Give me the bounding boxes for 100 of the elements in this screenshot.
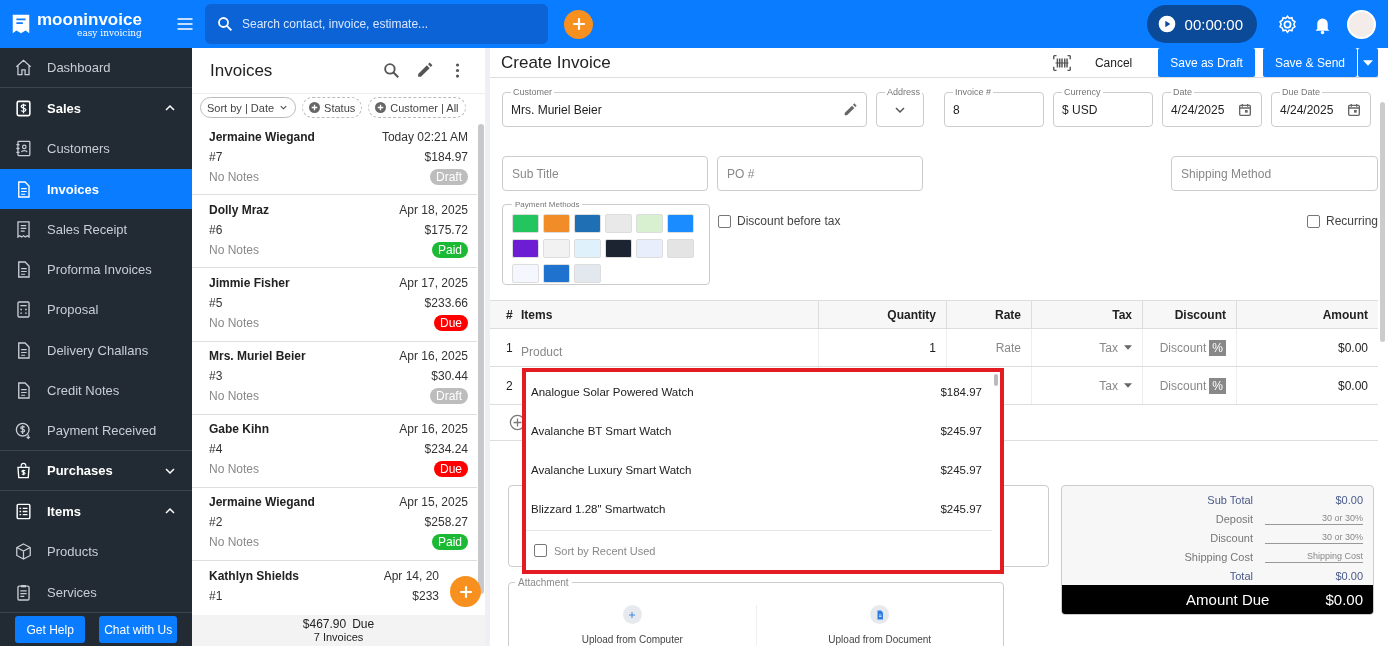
rate-field[interactable]: Rate [995,340,1021,355]
checkbox[interactable] [1306,214,1320,228]
nav-item[interactable]: Credit Notes [0,370,192,411]
quantity-field[interactable]: 1 [929,340,936,355]
product-option[interactable]: Analogue Solar Powered Watch $184.97 [526,372,1000,411]
invoice-date: Apr 17, 2025 [399,275,468,290]
settings-icon[interactable] [1277,13,1298,35]
product-price: $184.97 [940,385,982,398]
dropdown-button[interactable] [1358,48,1378,77]
product-option[interactable]: Avalanche Luxury Smart Watch $245.97 [526,450,1000,489]
invoice-number: #2 [209,515,223,530]
total-label: Sub Total [1207,493,1253,506]
upload-option[interactable]: Upload from Document [828,634,932,645]
tax-select[interactable]: Tax [1099,340,1132,355]
invoice-card[interactable]: Jimmie Fisher Apr 17, 2025 #5 $233.66 No Notes Due [192,268,477,342]
add-button[interactable] [450,576,481,607]
invoice-amount: $258.27 [424,515,468,530]
customer-name: Dolly Mraz [209,202,269,217]
invoice-date: Today 02:21 AM [381,129,468,144]
save-send-button[interactable]: Save & Send [1262,48,1357,77]
scrollbar[interactable] [994,374,998,386]
nav-item[interactable]: Sales Receipt [0,209,192,250]
product-option[interactable]: Blizzard 1.28" Smartwatch $245.97 [526,489,1000,528]
customer-name: Mrs. Muriel Beier [209,349,306,364]
invoice-date: Apr 16, 2025 [399,422,468,437]
receipt-icon [14,219,33,239]
amount: $0.00 [1337,378,1368,393]
nav-item[interactable]: Proposal [0,289,192,331]
scrollbar[interactable] [1380,102,1385,342]
pencil-icon[interactable] [415,61,434,80]
due-total: $467.90 [302,617,347,631]
nav-section[interactable]: Sales [0,88,192,129]
invoice-card[interactable]: Jermaine Wiegand Apr 15, 2025 #2 $258.27 No Notes Paid [192,487,477,562]
search-icon[interactable] [382,61,401,80]
scrollbar[interactable] [478,124,484,594]
payment-logo-icon[interactable] [512,239,539,258]
help-button[interactable]: Get Help [15,616,86,644]
caret-icon [1124,345,1132,350]
invoice-notes: No Notes [209,535,260,550]
cancel-button[interactable]: Cancel [1088,54,1139,71]
invoice-card[interactable]: Mrs. Muriel Beier Apr 16, 2025 #3 $30.44 No Notes Draft [192,341,477,415]
nav-item[interactable]: Customers [0,128,192,169]
invoice-card[interactable]: Jermaine Wiegand Today 02:21 AM #7 $184.97 No Notes Draft [192,122,477,196]
invoice-notes: No Notes [209,242,260,257]
discount-field[interactable]: Discount [1159,378,1207,393]
invoice-number: #4 [209,442,223,457]
total-value: $0.00 [1334,493,1363,506]
filter-chip[interactable]: Sort by | Date [200,97,297,118]
nav-item[interactable]: Services [0,571,192,613]
help-button[interactable]: Chat with Us [99,616,177,644]
status-badge: Due [434,314,468,331]
discount-field[interactable]: Discount [1159,340,1207,355]
invoice-amount: $175.72 [424,222,468,237]
tax-select[interactable]: Tax [1099,378,1132,393]
add-button[interactable] [564,9,593,39]
input-field[interactable]: 30 or 30% [1265,531,1363,544]
item-field[interactable]: Product [521,344,563,359]
percent-toggle[interactable]: % [1209,339,1226,356]
percent-toggle[interactable]: % [1209,377,1226,394]
input-field[interactable]: PO # [717,156,923,191]
calendar-icon[interactable] [1346,101,1362,118]
invoice-card[interactable]: Gabe Kihn Apr 16, 2025 #4 $234.24 No Notes Due [192,414,477,488]
input-field[interactable]: Sub Title [502,156,708,191]
invoice-card[interactable]: Dolly Mraz Apr 18, 2025 #6 $175.72 No Notes Paid [192,195,477,269]
input-field[interactable]: Shipping Method [1171,156,1378,191]
calendar-icon[interactable] [1237,101,1253,118]
checkbox[interactable] [718,214,731,228]
invoice-card[interactable]: Kathlyn Shields Apr 14, 20 #1 $233 [192,561,439,609]
pencil-icon[interactable] [842,101,858,118]
plus-icon[interactable] [622,605,642,624]
checkbox[interactable] [534,544,547,557]
upload-option[interactable]: Upload from Computer [581,634,683,645]
field-label: Date [1171,87,1194,97]
nav-section[interactable]: Items [0,491,192,532]
filter-chip[interactable]: Status [302,97,363,118]
row-number: 2 [506,378,513,393]
search-field[interactable]: Search contact, invoice, estimate... [205,4,548,44]
field-label: Address [885,87,923,97]
input-field[interactable]: Shipping Cost [1265,550,1363,563]
customer-name: Jimmie Fisher [209,275,290,290]
invoice-amount: $30.44 [431,369,468,384]
save-draft-button[interactable]: Save as Draft [1158,48,1255,77]
caret-icon [1363,59,1373,66]
payment-logo-icon[interactable] [605,239,632,258]
nav-item[interactable]: Proforma Invoices [0,249,192,290]
nav-item[interactable]: Invoices [0,168,192,210]
field-label: Due Date [1280,87,1323,97]
plus-circle-icon [309,102,321,113]
input-field[interactable]: 30 or 30% [1265,512,1363,525]
product-option[interactable]: Avalanche BT Smart Watch $245.97 [526,411,1000,450]
avatar[interactable] [1347,9,1376,39]
timer-button[interactable]: 00:00:00 [1146,5,1257,43]
invoice-amount: $184.97 [424,149,468,164]
invoice-notes: No Notes [209,389,260,404]
document-icon[interactable] [870,605,890,624]
filter-chip[interactable]: Customer | All [368,97,466,118]
nav-item[interactable]: Delivery Challans [0,330,192,371]
checkbox-label: Recurring [1325,214,1378,228]
nav-item[interactable]: Products [0,531,192,572]
panel-label: Payment Methods [512,200,583,209]
